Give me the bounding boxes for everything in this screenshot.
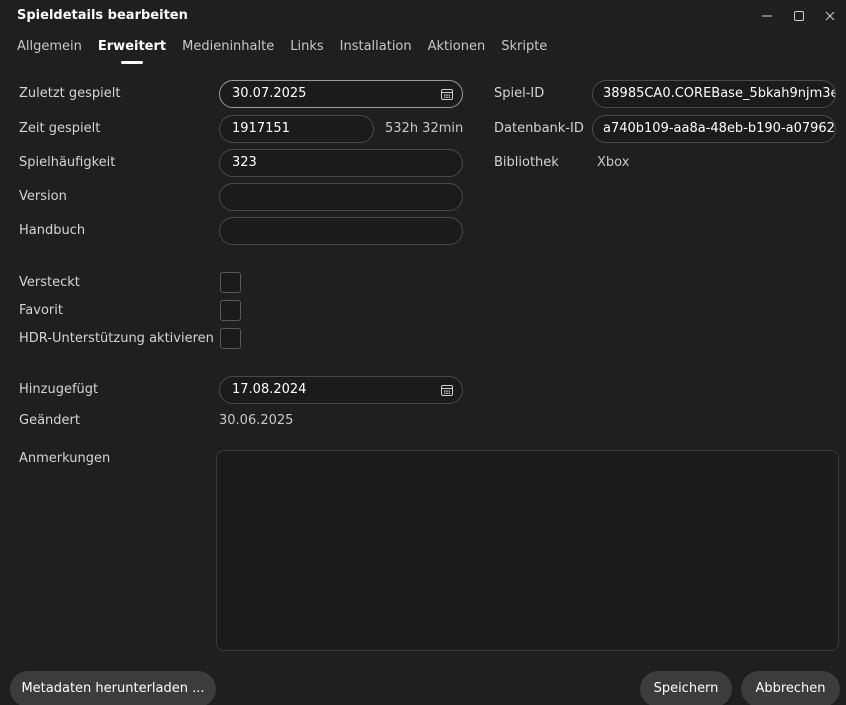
manual-label: Handbuch [19,223,86,238]
manual-input[interactable] [219,217,463,245]
hdr-label: HDR-Unterstützung aktivieren [19,331,214,346]
time-played-label: Zeit gespielt [19,121,101,136]
download-metadata-button[interactable]: Metadaten herunterladen ... [10,671,216,705]
play-count-label: Spielhäufigkeit [19,155,116,170]
game-id-label: Spiel-ID [494,86,545,101]
hidden-checkbox[interactable] [220,272,241,293]
added-label: Hinzugefügt [19,382,99,397]
notes-label: Anmerkungen [19,451,111,466]
maximize-icon [794,11,804,21]
version-input[interactable] [219,183,463,211]
library-label: Bibliothek [494,155,559,170]
tab-skripte[interactable]: Skripte [501,38,547,60]
hdr-checkbox[interactable] [220,328,241,349]
time-played-hint: 532h 32min [385,121,464,136]
minimize-icon [762,15,772,17]
tab-erweitert[interactable]: Erweitert [98,38,166,60]
modified-label: Geändert [19,413,80,428]
added-value: 17.08.2024 [232,382,307,397]
favorite-label: Favorit [19,303,63,318]
last-played-date-picker[interactable]: 30.07.2025 [219,80,463,108]
calendar-icon[interactable] [440,87,454,101]
calendar-icon[interactable] [440,383,454,397]
save-button[interactable]: Speichern [640,671,732,705]
maximize-button[interactable] [785,4,813,28]
edit-game-dialog: Spieldetails bearbeiten Allgemein Erweit… [0,0,846,705]
game-id-input[interactable]: 38985CA0.COREBase_5bkah9njm3e9 [592,80,836,108]
tab-installation[interactable]: Installation [340,38,412,60]
db-id-label: Datenbank-ID [494,121,584,136]
tab-medieninhalte[interactable]: Medieninhalte [182,38,274,60]
tab-aktionen[interactable]: Aktionen [428,38,486,60]
favorite-checkbox[interactable] [220,300,241,321]
library-value: Xbox [597,155,630,170]
window-title: Spieldetails bearbeiten [17,8,188,23]
play-count-input[interactable]: 323 [219,149,463,177]
time-played-input[interactable]: 1917151 [219,115,374,143]
notes-textarea[interactable] [216,450,839,651]
close-button[interactable] [816,4,844,28]
cancel-button[interactable]: Abbrechen [741,671,840,705]
minimize-button[interactable] [753,4,781,28]
db-id-input[interactable]: a740b109-aa8a-48eb-b190-a0796260 [592,115,836,143]
last-played-label: Zuletzt gespielt [19,86,121,101]
added-date-picker[interactable]: 17.08.2024 [219,376,463,404]
tab-allgemein[interactable]: Allgemein [17,38,82,60]
title-bar: Spieldetails bearbeiten [0,0,846,32]
hidden-label: Versteckt [19,275,80,290]
tab-links[interactable]: Links [290,38,323,60]
tab-bar: Allgemein Erweitert Medieninhalte Links … [17,38,563,68]
last-played-value: 30.07.2025 [232,86,307,101]
version-label: Version [19,189,67,204]
modified-value: 30.06.2025 [219,413,294,428]
close-icon [825,11,835,21]
